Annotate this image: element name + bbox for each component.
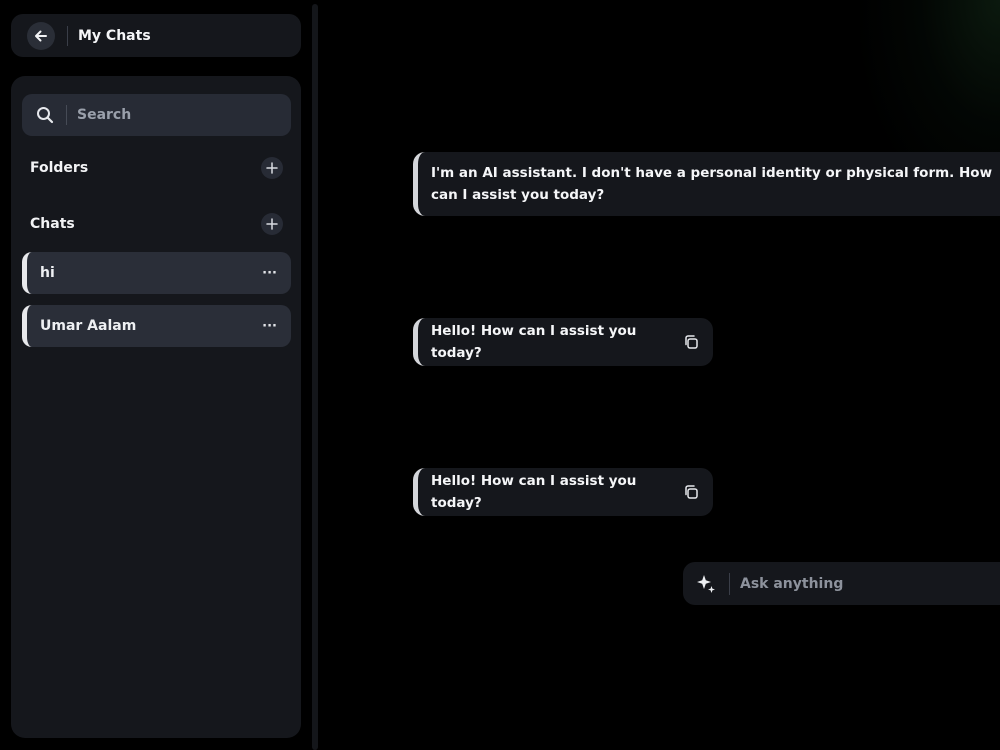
sidebar-scrollbar[interactable] <box>312 4 318 750</box>
sidebar-header: My Chats <box>11 14 301 57</box>
message-text: Hello! How can I assist you today? <box>431 473 637 511</box>
folders-label: Folders <box>30 160 89 176</box>
chat-item-label: hi <box>40 265 55 281</box>
search-icon <box>37 107 54 124</box>
search-divider <box>66 105 67 125</box>
arrow-left-icon <box>35 30 47 41</box>
assistant-message: Hello! How can I assist you today? <box>413 318 713 366</box>
chat-menu-button[interactable]: ··· <box>262 319 277 334</box>
chat-item-label: Umar Aalam <box>40 318 137 334</box>
add-chat-button[interactable] <box>261 213 283 235</box>
chat-item-hi[interactable]: hi ··· <box>22 252 291 294</box>
add-folder-button[interactable] <box>261 157 283 179</box>
composer[interactable] <box>683 562 1000 605</box>
assistant-message: Hello! How can I assist you today? <box>413 468 713 516</box>
plus-icon <box>266 162 278 174</box>
message-text: Hello! How can I assist you today? <box>431 323 637 361</box>
ask-input[interactable] <box>740 575 940 592</box>
header-divider <box>67 25 68 46</box>
folders-section: Folders <box>30 156 283 180</box>
chat-menu-button[interactable]: ··· <box>262 266 277 281</box>
message-text: I'm an AI assistant. I don't have a pers… <box>431 165 993 203</box>
sidebar-panel: Folders Chats hi ··· Umar Aalam ··· <box>11 76 301 738</box>
composer-divider <box>729 572 730 595</box>
search-input[interactable] <box>77 107 257 123</box>
plus-icon <box>266 218 278 230</box>
copy-icon[interactable] <box>683 484 699 500</box>
assistant-message: I'm an AI assistant. I don't have a pers… <box>413 152 1000 216</box>
sparkle-icon <box>697 574 715 593</box>
chats-section: Chats <box>30 212 283 236</box>
back-button[interactable] <box>27 21 55 50</box>
chat-item-umar-aalam[interactable]: Umar Aalam ··· <box>22 305 291 347</box>
chats-label: Chats <box>30 216 75 232</box>
copy-icon[interactable] <box>683 334 699 350</box>
page-title: My Chats <box>78 27 151 44</box>
search-box[interactable] <box>22 94 291 136</box>
